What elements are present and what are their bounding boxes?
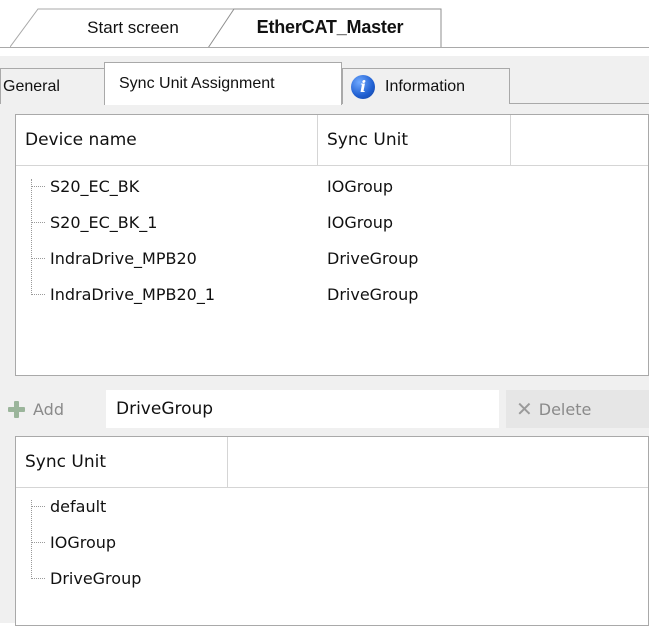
column-label: Device name bbox=[25, 130, 137, 150]
column-header-sync-unit[interactable]: Sync Unit bbox=[16, 437, 228, 487]
add-button[interactable]: Add bbox=[8, 390, 64, 428]
list-item[interactable]: default bbox=[16, 488, 648, 524]
device-name: IndraDrive_MPB20_1 bbox=[50, 284, 216, 304]
tab-start-screen[interactable]: Start screen bbox=[10, 8, 240, 47]
tree-branch bbox=[31, 258, 45, 259]
delete-label: Delete bbox=[538, 399, 592, 419]
column-label: Sync Unit bbox=[25, 452, 106, 472]
delete-button[interactable]: ✕ Delete bbox=[506, 390, 649, 428]
column-header-device-name[interactable]: Device name bbox=[16, 115, 318, 165]
table-header: Sync Unit bbox=[16, 437, 648, 488]
sync-unit-name: default bbox=[50, 496, 107, 516]
list-item[interactable]: DriveGroup bbox=[16, 560, 648, 596]
tab-label: Sync Unit Assignment bbox=[119, 75, 275, 92]
editor-tab-bar: General Sync Unit Assignment i Informati… bbox=[0, 56, 649, 105]
sync-unit-name-input[interactable] bbox=[106, 390, 499, 428]
tab-label: Start screen bbox=[87, 17, 179, 37]
table-row[interactable]: S20_EC_BK IOGroup bbox=[16, 168, 648, 204]
column-header-sync-unit[interactable]: Sync Unit bbox=[318, 115, 511, 165]
info-icon: i bbox=[351, 74, 375, 99]
device-sync-unit: IOGroup bbox=[327, 212, 394, 232]
device-table: Device name Sync Unit S20_EC_BK IOGroup … bbox=[15, 114, 649, 376]
tree-branch bbox=[31, 186, 45, 187]
table-header: Device name Sync Unit bbox=[16, 115, 648, 166]
tree-branch bbox=[31, 222, 45, 223]
device-sync-unit: IOGroup bbox=[327, 176, 394, 196]
add-label: Add bbox=[33, 399, 64, 419]
tab-information[interactable]: i Information bbox=[342, 68, 510, 104]
document-tab-bar: Start screen EtherCAT_Master bbox=[0, 0, 649, 52]
column-label: Sync Unit bbox=[327, 130, 408, 150]
device-name: S20_EC_BK_1 bbox=[50, 212, 158, 232]
device-sync-unit: DriveGroup bbox=[327, 248, 419, 268]
tab-general[interactable]: General bbox=[0, 68, 106, 104]
list-item[interactable]: IOGroup bbox=[16, 524, 648, 560]
tab-label: General bbox=[3, 77, 60, 95]
tree-branch bbox=[31, 506, 45, 507]
tab-label: Information bbox=[385, 77, 466, 95]
tree-branch bbox=[31, 542, 45, 543]
device-sync-unit: DriveGroup bbox=[327, 284, 419, 304]
plus-icon bbox=[8, 400, 25, 418]
sync-unit-toolbar: Add ✕ Delete bbox=[0, 390, 649, 428]
sync-unit-name: IOGroup bbox=[50, 532, 117, 552]
column-header-empty bbox=[511, 115, 649, 165]
delete-icon: ✕ bbox=[516, 397, 533, 421]
sync-unit-name: DriveGroup bbox=[50, 568, 142, 588]
table-row[interactable]: IndraDrive_MPB20_1 DriveGroup bbox=[16, 276, 648, 312]
table-row[interactable]: S20_EC_BK_1 IOGroup bbox=[16, 204, 648, 240]
table-row[interactable]: IndraDrive_MPB20 DriveGroup bbox=[16, 240, 648, 276]
device-name: S20_EC_BK bbox=[50, 176, 140, 196]
sync-unit-assignment-panel: Device name Sync Unit S20_EC_BK IOGroup … bbox=[0, 104, 649, 626]
tab-sync-unit-assignment[interactable]: Sync Unit Assignment bbox=[104, 62, 342, 105]
tab-ethercat-master[interactable]: EtherCAT_Master bbox=[208, 8, 442, 48]
tab-label: EtherCAT_Master bbox=[256, 17, 404, 37]
sync-unit-table: Sync Unit default IOGroup DriveGroup bbox=[15, 436, 649, 626]
tree-branch bbox=[31, 294, 45, 295]
column-header-empty bbox=[228, 437, 649, 487]
tree-branch bbox=[31, 578, 45, 579]
device-name: IndraDrive_MPB20 bbox=[50, 248, 197, 268]
tab-divider bbox=[0, 47, 649, 48]
